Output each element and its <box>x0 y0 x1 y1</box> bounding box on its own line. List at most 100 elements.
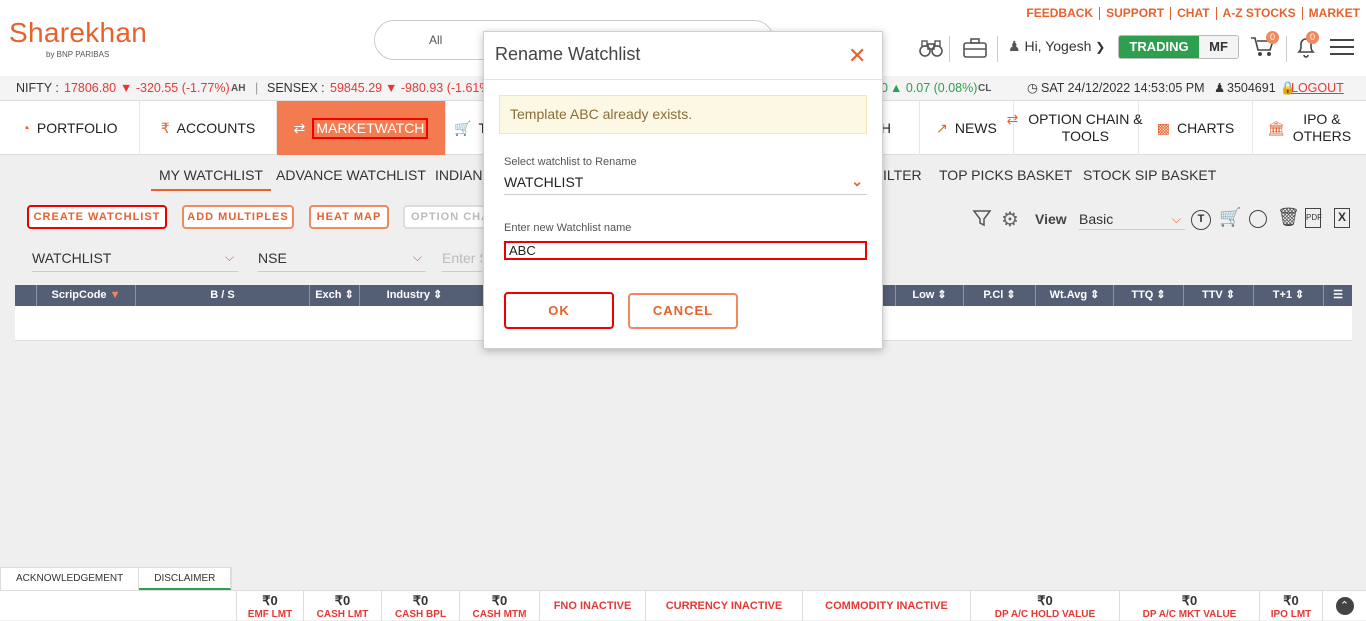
col-t1-label: T+1 <box>1272 289 1292 301</box>
tab-stock-sip[interactable]: STOCK SIP BASKET <box>1083 167 1216 183</box>
cart-icon[interactable]: 🛒 <box>1219 207 1241 228</box>
col-ttv[interactable]: TTV ⇕ <box>1183 285 1253 306</box>
sort-icon: ⇕ <box>344 289 354 301</box>
col-t1[interactable]: T+1 ⇕ <box>1253 285 1323 306</box>
fno-label: FNO INACTIVE <box>553 600 632 612</box>
pdf-icon[interactable]: PDF <box>1305 208 1322 228</box>
chevron-down-icon: ⌵ <box>224 250 234 264</box>
footer-toggle[interactable]: ⌃ <box>1322 591 1366 621</box>
close-icon[interactable]: ✕ <box>848 45 866 67</box>
alarm-icon[interactable] <box>1249 210 1267 228</box>
nav-ipo[interactable]: 🏛 IPO & OTHERS <box>1253 101 1366 155</box>
nav-charts[interactable]: ▩ CHARTS <box>1139 101 1253 155</box>
sharekhan-logo[interactable]: Sharekhan <box>9 17 147 49</box>
column-menu-icon[interactable]: ☰ <box>1323 285 1352 306</box>
nav-portfolio[interactable]: ◔ PORTFOLIO <box>0 101 140 155</box>
notification-button[interactable]: 0 <box>1295 31 1321 60</box>
nav-accounts[interactable]: ₹ ACCOUNTS <box>140 101 277 155</box>
sensex-value: 59845.29 <box>330 81 383 95</box>
az-stocks-link[interactable]: A-Z STOCKS <box>1215 7 1302 20</box>
currency-status[interactable]: CURRENCY INACTIVE <box>645 591 802 621</box>
commodity-label: COMMODITY INACTIVE <box>825 600 948 612</box>
gear-icon[interactable]: ⚙ <box>1001 207 1019 232</box>
col-wtavg[interactable]: Wt.Avg ⇕ <box>1035 285 1113 306</box>
sort-icon: ⇕ <box>433 289 443 301</box>
trading-mf-toggle[interactable]: TRADING MF <box>1118 35 1239 59</box>
col-buy-sell[interactable]: B / S <box>135 285 309 306</box>
trash-icon[interactable]: 🗑 <box>1277 207 1300 228</box>
col-exch-label: Exch <box>315 289 342 301</box>
commodity-status[interactable]: COMMODITY INACTIVE <box>802 591 970 621</box>
rename-watchlist-dialog: Rename Watchlist ✕ Template ABC already … <box>483 31 883 349</box>
briefcase-icon[interactable] <box>963 38 987 58</box>
trend-icon: ↗ <box>936 119 948 136</box>
watchlist-rename-select[interactable]: WATCHLIST ⌄ <box>504 173 867 194</box>
chat-link[interactable]: CHAT <box>1170 7 1215 20</box>
filter-icon[interactable] <box>972 208 992 228</box>
sort-icon: ⇕ <box>1006 289 1016 301</box>
bottom-tabs: ACKNOWLEDGEMENT DISCLAIMER <box>0 567 233 591</box>
col-industry[interactable]: Industry ⇕ <box>359 285 469 306</box>
tab-top-picks[interactable]: TOP PICKS BASKET <box>939 167 1072 183</box>
select-watchlist-label: Select watchlist to Rename <box>504 156 637 168</box>
sensex-label: SENSEX : <box>267 81 325 95</box>
cash-bpl: ₹0 CASH BPL <box>381 591 459 621</box>
emf-value: ₹0 <box>262 593 278 608</box>
t-circle-icon[interactable]: T <box>1191 210 1211 230</box>
nav-trade[interactable]: 🛒 TR <box>446 101 497 155</box>
cart-button[interactable]: 0 <box>1250 31 1279 60</box>
fno-status[interactable]: FNO INACTIVE <box>539 591 645 621</box>
exchange-select[interactable]: NSE ⌵ <box>258 250 426 272</box>
excel-icon[interactable]: X <box>1334 208 1350 228</box>
user-icon: ♟ <box>1214 81 1226 95</box>
user-menu[interactable]: ♟ Hi, Yogesh ❯ <box>1008 38 1105 55</box>
option-chain-button[interactable]: OPTION CHA <box>403 205 488 229</box>
nav-portfolio-label: PORTFOLIO <box>36 119 118 136</box>
view-select[interactable]: Basic ⌵ <box>1079 208 1185 230</box>
hamburger-menu-icon[interactable] <box>1330 39 1354 55</box>
select-column <box>15 285 36 306</box>
chevron-up-icon[interactable]: ⌃ <box>1335 597 1354 615</box>
col-ttq-label: TTQ <box>1131 289 1154 301</box>
heat-map-button[interactable]: HEAT MAP <box>309 205 389 229</box>
col-low[interactable]: Low ⇕ <box>895 285 963 306</box>
create-watchlist-button[interactable]: CREATE WATCHLIST <box>27 205 167 229</box>
tab-my-watchlist[interactable]: MY WATCHLIST <box>151 167 271 191</box>
mf-toggle[interactable]: MF <box>1199 36 1238 58</box>
add-multiples-button[interactable]: ADD MULTIPLES <box>182 205 294 229</box>
col-pcl-label: P.Cl <box>983 289 1004 301</box>
support-link[interactable]: SUPPORT <box>1099 7 1170 20</box>
scrip-search-input[interactable]: Enter S <box>442 250 482 272</box>
cancel-button[interactable]: CANCEL <box>628 293 738 329</box>
col-scripcode[interactable]: ScripCode ▼ <box>36 285 135 306</box>
col-pcl[interactable]: P.Cl ⇕ <box>963 285 1035 306</box>
chevron-down-icon: ⌵ <box>412 250 422 264</box>
emf-label: EMF LMT <box>247 609 293 620</box>
col-exch[interactable]: Exch ⇕ <box>309 285 359 306</box>
col-ttq[interactable]: TTQ ⇕ <box>1113 285 1183 306</box>
logout-link[interactable]: LOGOUT <box>1291 76 1344 101</box>
feedback-link[interactable]: FEEDBACK <box>1020 7 1099 20</box>
nav-option-chain[interactable]: ⇄ OPTION CHAIN & TOOLS <box>1007 101 1143 155</box>
tab-acknowledgement[interactable]: ACKNOWLEDGEMENT <box>1 568 140 590</box>
market-link[interactable]: MARKET <box>1301 7 1366 20</box>
new-watchlist-name-input[interactable]: ABC <box>504 241 867 260</box>
ok-button[interactable]: OK <box>504 292 614 329</box>
nav-marketwatch[interactable]: ⇄ MARKETWATCH <box>277 101 446 155</box>
col-scripcode-label: ScripCode <box>51 289 107 301</box>
tab-indian[interactable]: INDIAN <box>435 167 482 183</box>
trading-toggle[interactable]: TRADING <box>1119 36 1199 58</box>
binoculars-icon[interactable] <box>919 38 943 58</box>
tab-advance-watchlist[interactable]: ADVANCE WATCHLIST <box>276 167 426 183</box>
search-scope[interactable]: All <box>429 33 442 47</box>
nav-news-label: NEWS <box>954 119 997 136</box>
dp-mkt-value: ₹0 DP A/C MKT VALUE <box>1119 591 1259 621</box>
tab-disclaimer[interactable]: DISCLAIMER <box>139 568 232 590</box>
dialog-divider <box>484 79 882 80</box>
nav-option-label: OPTION CHAIN & TOOLS <box>1028 111 1143 144</box>
watchlist-select[interactable]: WATCHLIST ⌵ <box>32 250 238 272</box>
nifty-label: NIFTY : <box>16 81 59 95</box>
nav-news[interactable]: ↗ NEWS <box>920 101 1014 155</box>
tab-filter[interactable]: ILTER <box>883 167 922 183</box>
header-divider <box>949 36 950 62</box>
